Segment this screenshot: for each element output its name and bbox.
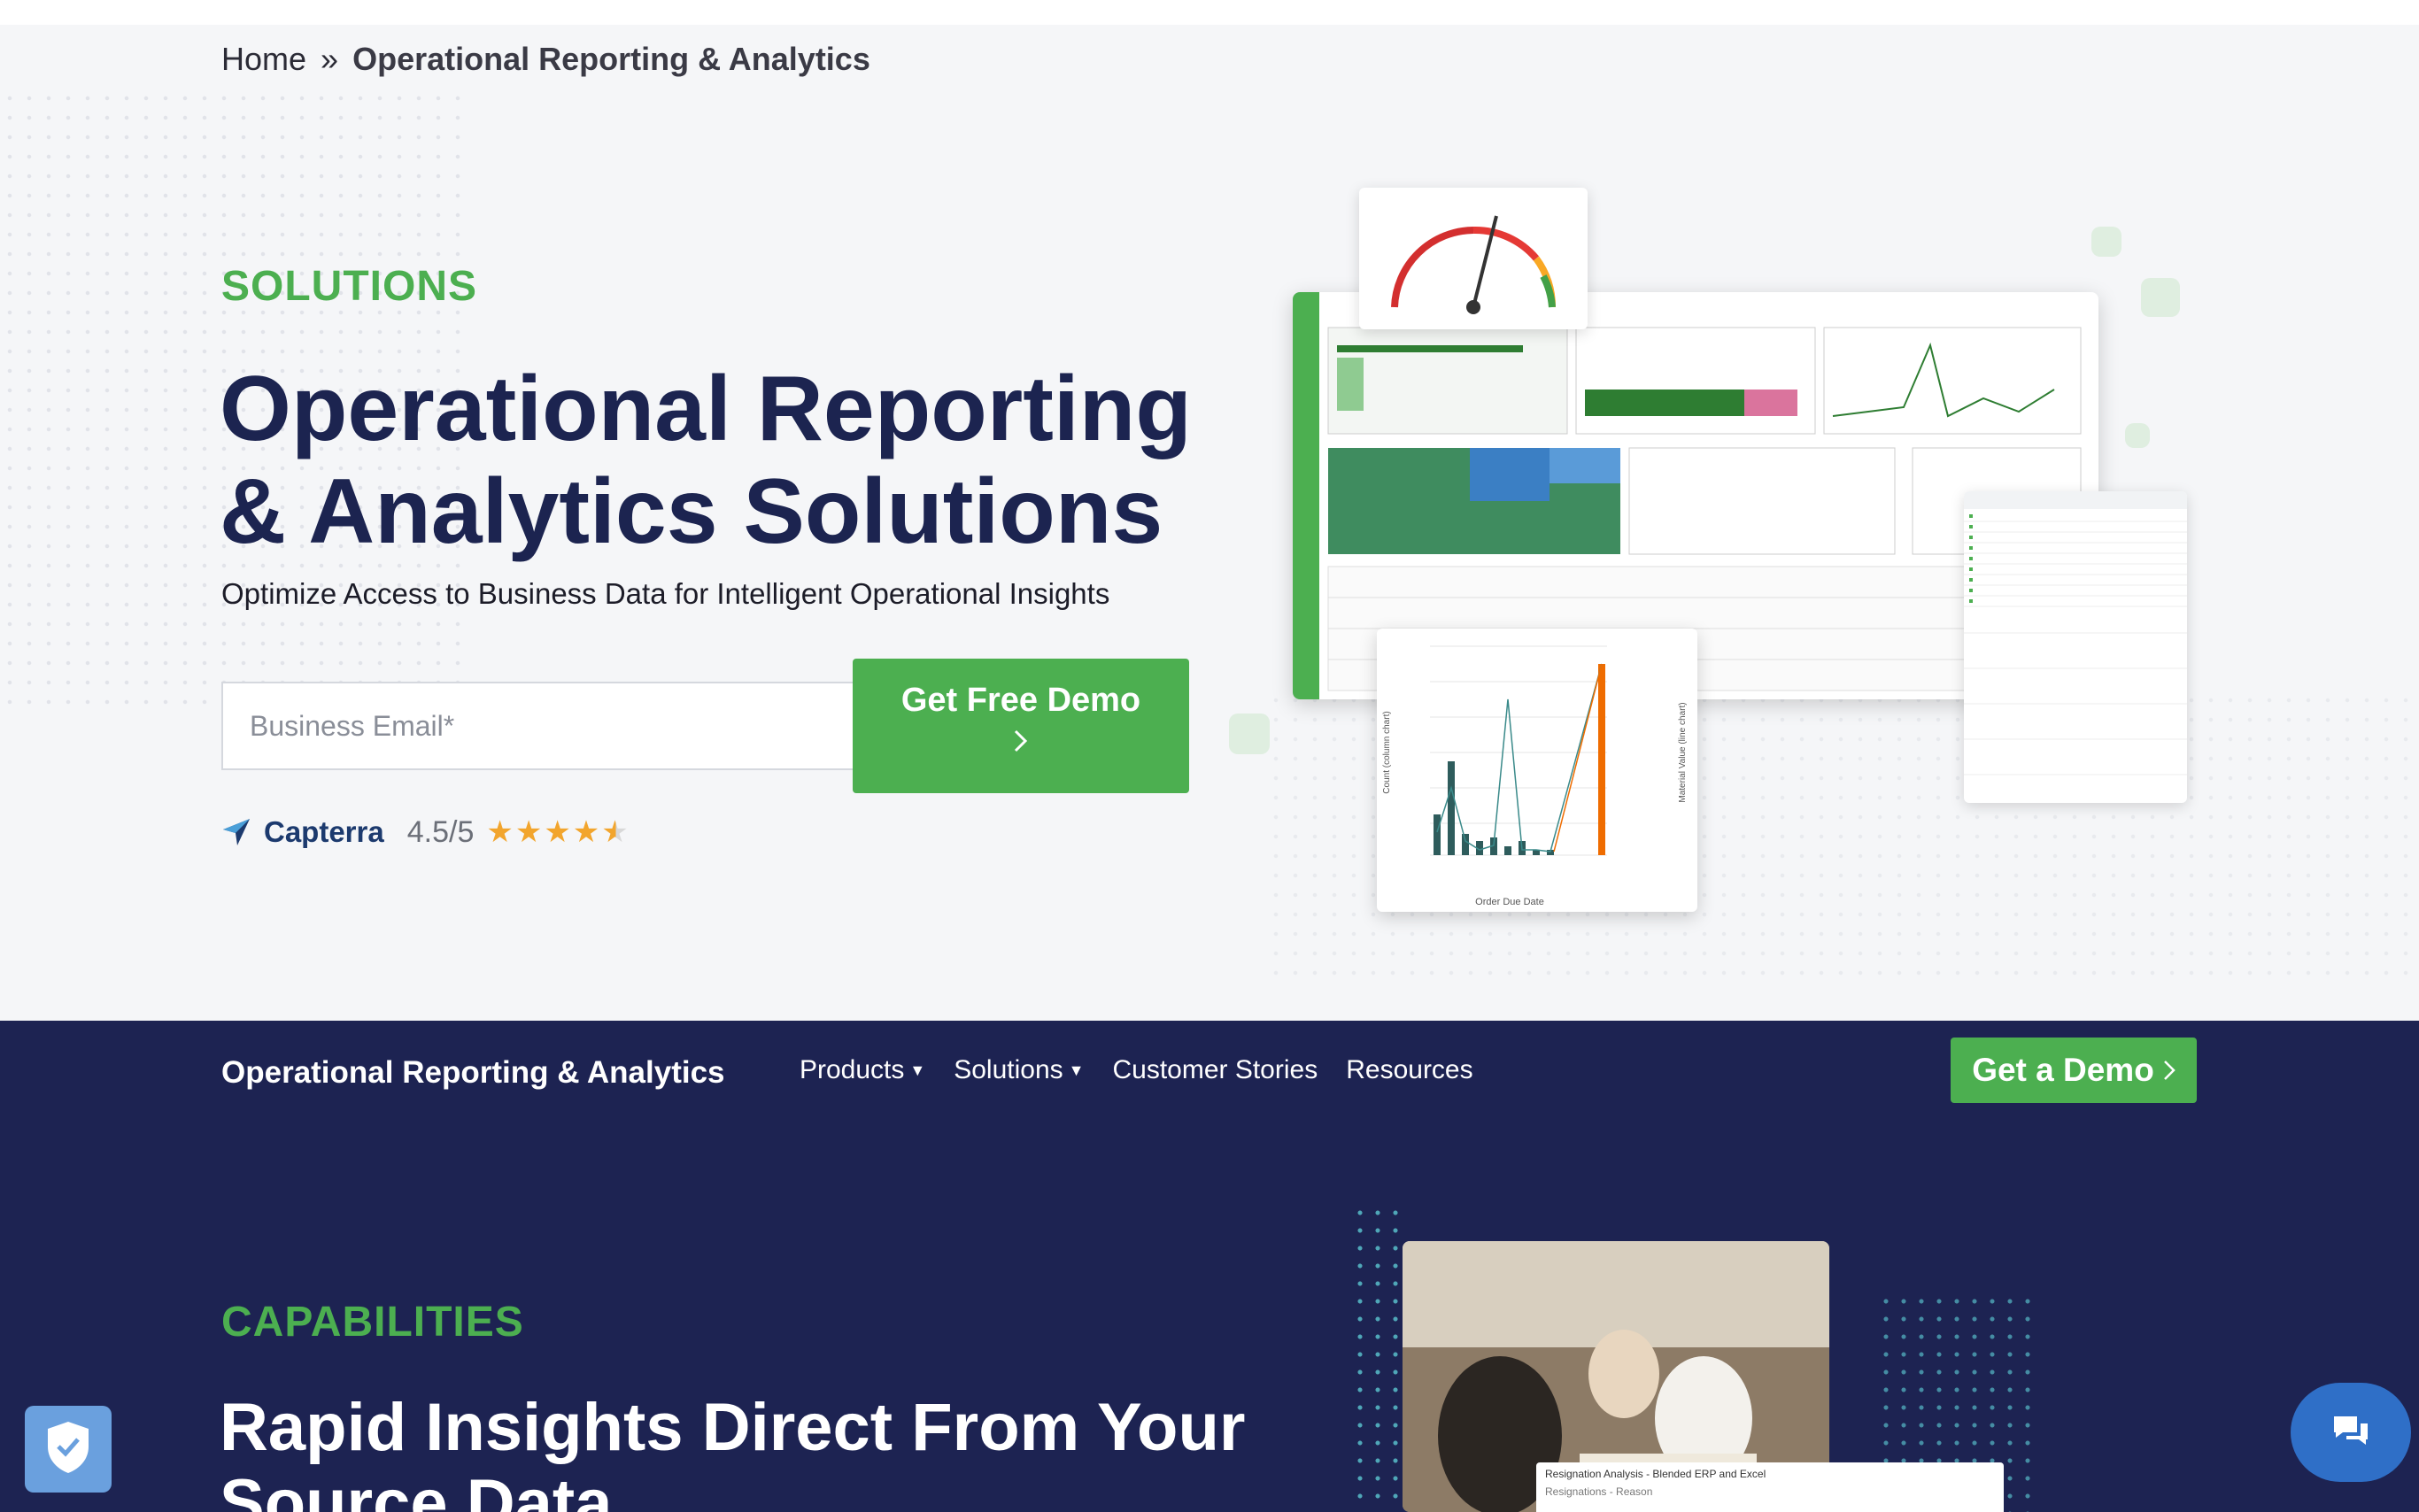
- full-stars: ★★★★: [486, 815, 602, 849]
- decoration-square: [2125, 423, 2150, 448]
- caret-down-icon: ▼: [1068, 1061, 1085, 1079]
- chart-y-axis-left-label: Count (column chart): [1382, 711, 1392, 793]
- capterra-logo-icon: [221, 817, 251, 847]
- report-overlay-title: Resignation Analysis - Blended ERP and E…: [1545, 1468, 1766, 1480]
- half-star-icon: ★: [601, 815, 630, 849]
- page-title: Operational Reporting & Analytics Soluti…: [220, 358, 1282, 563]
- report-overlay-row: Resignations - Reason: [1545, 1485, 1653, 1498]
- top-header-strip: [0, 0, 2419, 25]
- star-rating-icon: ★★★★★: [486, 814, 630, 850]
- hero-eyebrow: SOLUTIONS: [221, 263, 478, 310]
- get-free-demo-button[interactable]: Get Free Demo: [853, 659, 1189, 793]
- page-title-line: Operational Reporting: [220, 358, 1192, 460]
- report-overlay-card: Resignation Analysis - Blended ERP and E…: [1536, 1462, 2004, 1512]
- get-a-demo-label: Get a Demo: [1972, 1052, 2154, 1088]
- chart-y-axis-right-label: Material Value (line chart): [1678, 702, 1688, 802]
- nav-item-solutions[interactable]: Solutions ▼: [954, 1055, 1084, 1085]
- decoration-square: [2091, 227, 2121, 257]
- get-free-demo-label: Get Free Demo: [900, 682, 1141, 719]
- decoration-square: [2141, 278, 2180, 317]
- chat-button[interactable]: [2291, 1383, 2411, 1482]
- breadcrumb-home-link[interactable]: Home: [221, 41, 306, 77]
- nav-item-resources[interactable]: Resources: [1346, 1055, 1472, 1085]
- nav-item-label: Products: [800, 1055, 905, 1084]
- combo-chart-widget: Order Due Date Count (column chart) Mate…: [1377, 629, 1697, 912]
- privacy-shield-button[interactable]: [25, 1406, 112, 1493]
- decoration-square: [1229, 714, 1270, 754]
- nav-item-label: Resources: [1346, 1055, 1473, 1084]
- chevron-right-icon: [2163, 1052, 2176, 1089]
- caret-down-icon: ▼: [909, 1061, 926, 1079]
- shield-check-icon: [44, 1420, 92, 1479]
- nav-item-label: Customer Stories: [1112, 1055, 1318, 1084]
- data-table-widget: [1964, 491, 2187, 803]
- nav-item-label: Solutions: [954, 1055, 1063, 1084]
- business-email-input[interactable]: [221, 682, 854, 770]
- nav-brand[interactable]: Operational Reporting & Analytics: [221, 1055, 725, 1091]
- breadcrumb-separator: »: [321, 41, 339, 77]
- secondary-nav: Products ▼ Solutions ▼ Customer Stories Re…: [800, 1055, 1502, 1085]
- get-a-demo-button[interactable]: Get a Demo: [1951, 1038, 2197, 1103]
- capterra-score: 4.5/5: [406, 814, 475, 849]
- capabilities-eyebrow: CAPABILITIES: [221, 1299, 524, 1346]
- chat-bubbles-icon: [2330, 1413, 2371, 1453]
- breadcrumb: Home » Operational Reporting & Analytics: [221, 41, 870, 78]
- nav-item-customer-stories[interactable]: Customer Stories: [1112, 1055, 1318, 1085]
- chart-x-axis-label: Order Due Date: [1475, 897, 1544, 907]
- gauge-widget: [1359, 188, 1588, 329]
- page-title-line: & Analytics Solutions: [220, 460, 1163, 563]
- capabilities-title: Rapid Insights Direct From Your Source D…: [220, 1390, 1246, 1512]
- capterra-rating[interactable]: Capterra 4.5/5 ★★★★★: [221, 813, 630, 852]
- capterra-name: Capterra: [264, 815, 384, 848]
- dot-pattern-decoration: [1351, 1204, 1404, 1505]
- breadcrumb-current: Operational Reporting & Analytics: [352, 41, 870, 77]
- chevron-right-icon: [853, 727, 1189, 761]
- hero-subtitle: Optimize Access to Business Data for Int…: [221, 577, 1110, 610]
- nav-item-products[interactable]: Products ▼: [800, 1055, 925, 1085]
